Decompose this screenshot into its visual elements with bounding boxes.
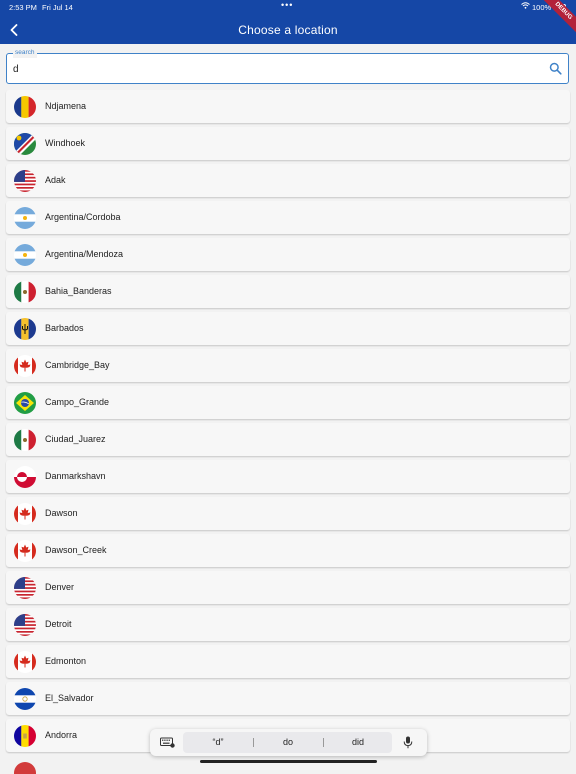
list-item[interactable]: Windhoek (6, 127, 570, 160)
canada-flag-icon (14, 355, 36, 377)
el-salvador-flag-icon (14, 688, 36, 710)
microphone-icon[interactable] (403, 736, 413, 749)
mexico-flag-icon (14, 281, 36, 303)
namibia-flag-icon (14, 133, 36, 155)
suggestion-do[interactable]: do (263, 737, 313, 747)
usa-flag-icon (14, 170, 36, 192)
list-item[interactable]: Barbados (6, 312, 570, 345)
location-label: Adak (45, 175, 66, 185)
status-bar: 2:53 PM Fri Jul 14 ••• 100% (0, 0, 576, 13)
location-label: Denver (45, 582, 75, 592)
list-item[interactable]: Dawson_Creek (6, 534, 570, 567)
location-label: Edmonton (45, 656, 87, 666)
list-item[interactable]: Bahia_Banderas (6, 275, 570, 308)
multitasking-dots[interactable]: ••• (281, 0, 293, 10)
list-item[interactable]: Campo_Grande (6, 386, 570, 419)
andorra-flag-icon (14, 725, 36, 747)
location-label: Windhoek (45, 138, 86, 148)
list-item[interactable]: Dawson (6, 497, 570, 530)
list-item[interactable]: Adak (6, 164, 570, 197)
location-label: Detroit (45, 619, 72, 629)
app-bar: 2:53 PM Fri Jul 14 ••• 100% Choose a loc… (0, 0, 576, 44)
brazil-flag-icon (14, 392, 36, 414)
status-time: 2:53 PM (9, 3, 37, 12)
list-item[interactable]: Danmarkshavn (6, 460, 570, 493)
partial-flag-icon (14, 762, 36, 774)
location-label: Campo_Grande (45, 397, 110, 407)
search-label: search (13, 48, 37, 58)
canada-flag-icon (14, 540, 36, 562)
suggestion-did[interactable]: did (333, 737, 383, 747)
suggestion-divider (323, 738, 324, 747)
list-item[interactable]: Detroit (6, 608, 570, 641)
usa-flag-icon (14, 577, 36, 599)
list-item[interactable]: El_Salvador (6, 682, 570, 715)
location-label: Ndjamena (45, 101, 87, 111)
search-field[interactable]: search (6, 48, 569, 84)
keyboard-suggestion-bar: “d” do did (150, 729, 427, 756)
location-label: Bahia_Banderas (45, 286, 112, 296)
location-label: El_Salvador (45, 693, 94, 703)
page-title: Choose a location (238, 23, 338, 37)
location-label: Dawson (45, 508, 78, 518)
search-input[interactable] (13, 60, 533, 78)
usa-flag-icon (14, 614, 36, 636)
list-item[interactable]: Argentina/Cordoba (6, 201, 570, 234)
list-item[interactable]: Argentina/Mendoza (6, 238, 570, 271)
suggestion-strip: “d” do did (183, 732, 392, 753)
location-label: Dawson_Creek (45, 545, 107, 555)
status-date: Fri Jul 14 (42, 3, 73, 12)
canada-flag-icon (14, 651, 36, 673)
list-item[interactable]: Denver (6, 571, 570, 604)
search-icon[interactable] (549, 62, 562, 75)
chad-flag-icon (14, 96, 36, 118)
location-label: Ciudad_Juarez (45, 434, 106, 444)
list-item[interactable]: Cambridge_Bay (6, 349, 570, 382)
location-label: Barbados (45, 323, 84, 333)
list-item[interactable]: Ciudad_Juarez (6, 423, 570, 456)
list-item[interactable]: Ndjamena (6, 90, 570, 123)
barbados-flag-icon (14, 318, 36, 340)
suggestion-quoted[interactable]: “d” (193, 737, 243, 747)
argentina-flag-icon (14, 244, 36, 266)
location-list: Ndjamena Windhoek Adak Argentina/Cordoba… (6, 90, 570, 756)
greenland-flag-icon (14, 466, 36, 488)
location-label: Argentina/Mendoza (45, 249, 124, 259)
mexico-flag-icon (14, 429, 36, 451)
list-item[interactable]: Edmonton (6, 645, 570, 678)
location-label: Danmarkshavn (45, 471, 106, 481)
location-label: Andorra (45, 730, 78, 740)
canada-flag-icon (14, 503, 36, 525)
keyboard-icon[interactable] (160, 737, 175, 748)
wifi-icon (521, 2, 530, 11)
suggestion-divider (253, 738, 254, 747)
location-label: Cambridge_Bay (45, 360, 110, 370)
location-label: Argentina/Cordoba (45, 212, 121, 222)
argentina-flag-icon (14, 207, 36, 229)
home-indicator[interactable] (200, 760, 377, 763)
